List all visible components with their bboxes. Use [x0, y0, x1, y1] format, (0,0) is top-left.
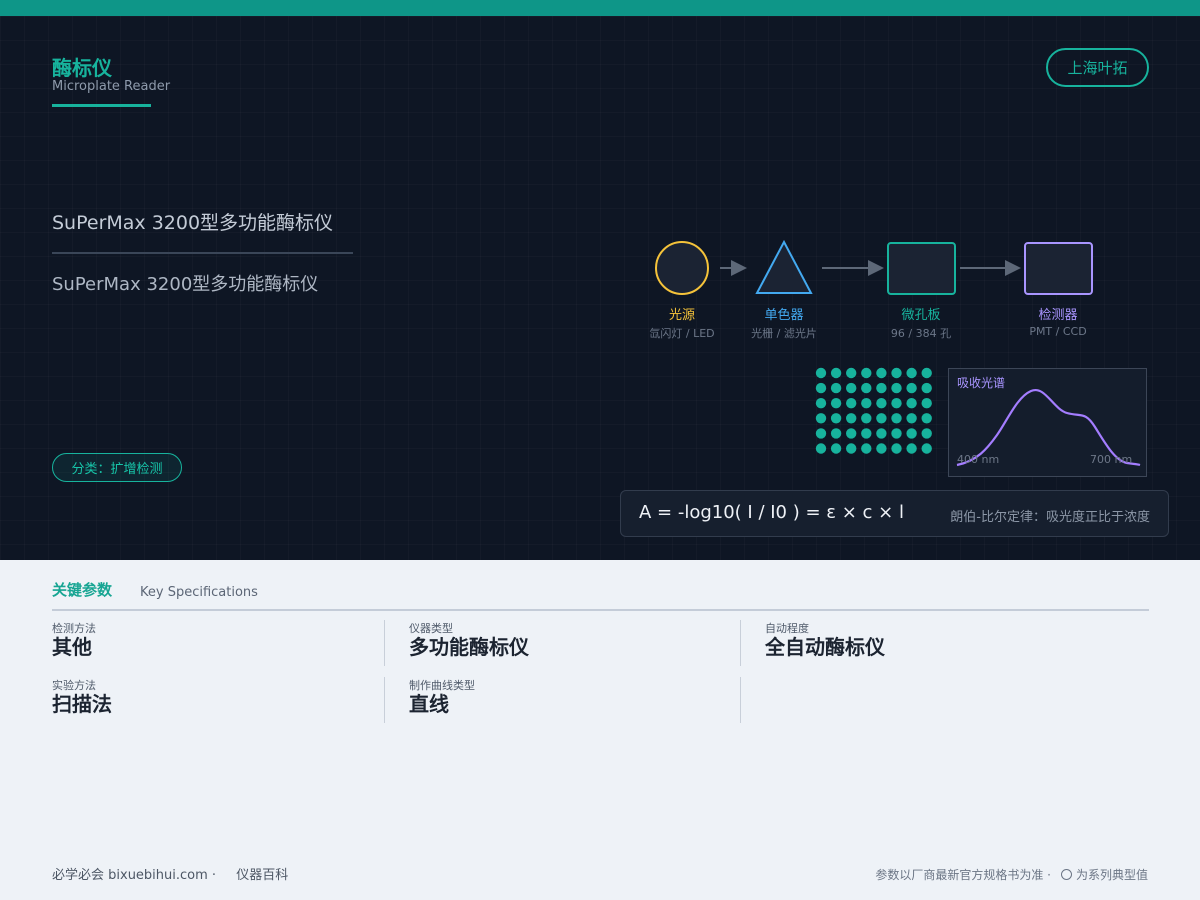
spec-value: 全自动酶标仪 [765, 635, 885, 659]
plate-well [861, 443, 872, 454]
plate-well [876, 382, 887, 394]
detector-icon [1024, 242, 1093, 295]
plate-well [815, 398, 827, 409]
stage-sub-microplate: 96 / 384 孔 [890, 327, 952, 340]
spectrum-x-start: 400 nm [957, 453, 1000, 466]
plate-well [830, 443, 842, 454]
plate-well [891, 443, 902, 454]
footer-disclaimer: 参数以厂商最新官方规格书为准 · [875, 868, 1051, 882]
plate-well [846, 398, 857, 409]
stage-sub-monochromator: 光栅 / 滤光片 [751, 327, 817, 340]
spectrum-title: 吸收光谱 [957, 376, 1006, 390]
plate-well [906, 428, 917, 439]
plate-well [921, 367, 932, 379]
spec-value: 直线 [409, 692, 449, 716]
plate-well [815, 428, 827, 439]
well-plate-grid [815, 367, 932, 454]
plate-well [876, 443, 887, 454]
plate-well [876, 428, 887, 439]
plate-well [906, 443, 917, 454]
plate-well [921, 382, 932, 394]
beer-lambert-formula: A = -log10( I / I0 ) = ε × c × l 朗伯-比尔定律… [620, 490, 1169, 537]
plate-well [815, 413, 827, 424]
optical-path-svg [655, 239, 1093, 454]
specs-divider [52, 609, 1149, 611]
footer-note: 为系列典型值 [1075, 868, 1148, 882]
top-accent-bar [0, 0, 1200, 16]
plate-well [830, 382, 842, 394]
plate-well [846, 413, 857, 424]
spec-detection-method: 检测方法 其他 [52, 620, 392, 666]
plate-well [861, 382, 872, 394]
spec-curve-type: 制作曲线类型 直线 [384, 677, 724, 723]
monochromator-icon [755, 239, 813, 294]
plate-well [921, 398, 932, 409]
plate-well [861, 428, 872, 439]
footer-site-link[interactable]: 必学必会 bixuebihui.com · [52, 868, 216, 883]
formula-note: 朗伯-比尔定律：吸光度正比于浓度 [950, 510, 1150, 525]
plate-well [891, 367, 902, 379]
plate-well [861, 367, 872, 379]
circle-icon [1060, 869, 1072, 880]
plate-well [921, 413, 932, 424]
plate-well [876, 398, 887, 409]
plate-well [846, 367, 857, 379]
spec-empty-cell [740, 677, 1080, 723]
plate-well [846, 382, 857, 394]
plate-well [891, 398, 902, 409]
plate-well [876, 367, 887, 379]
stage-label-monochromator: 单色器 [764, 308, 804, 323]
spec-experiment-method: 实验方法 扫描法 [52, 677, 392, 723]
plate-well [830, 367, 842, 379]
footer-left: 必学必会 bixuebihui.com · 仪器百科 [52, 864, 288, 883]
stage-label-microplate: 微孔板 [901, 308, 941, 323]
plate-well [891, 413, 902, 424]
spectrum-x-end: 700 nm [1090, 453, 1133, 466]
optical-path-diagram: 光源 氙闪灯 / LED 单色器 光栅 / 滤光片 微孔板 96 / 384 孔… [0, 16, 1200, 560]
microplate-icon [887, 242, 956, 295]
footer-section-link[interactable]: 仪器百科 [236, 868, 288, 883]
plate-well [815, 382, 827, 394]
plate-well [830, 398, 842, 409]
formula-expression: A = -log10( I / I0 ) = ε × c × l [639, 502, 904, 523]
plate-well [921, 443, 932, 454]
plate-well [846, 443, 857, 454]
plate-well [891, 382, 902, 394]
plate-well [891, 428, 902, 439]
plate-well [830, 428, 842, 439]
plate-well [830, 413, 842, 424]
plate-well [876, 413, 887, 424]
specs-title: 关键参数 [52, 581, 113, 599]
plate-well [861, 413, 872, 424]
plate-well [846, 428, 857, 439]
spec-value: 扫描法 [52, 692, 112, 716]
spec-automation-level: 自动程度 全自动酶标仪 [740, 620, 1080, 666]
plate-well [815, 443, 827, 454]
plate-well [921, 428, 932, 439]
plate-well [906, 367, 917, 379]
plate-well [906, 413, 917, 424]
specs-subtitle: Key Specifications [140, 585, 258, 600]
stage-label-detector: 检测器 [1038, 308, 1078, 323]
hero-panel: 酶标仪 Microplate Reader 上海叶拓 SuPerMax 3200… [0, 16, 1200, 560]
plate-well [906, 382, 917, 394]
spec-instrument-type: 仪器类型 多功能酶标仪 [384, 620, 724, 666]
plate-well [906, 398, 917, 409]
absorption-spectrum-panel: 吸收光谱 400 nm 700 nm [948, 368, 1147, 477]
spec-value: 其他 [52, 635, 92, 659]
footer-right: 参数以厂商最新官方规格书为准 · 为系列典型值 [875, 866, 1148, 883]
plate-well [815, 367, 827, 379]
light-source-icon [655, 241, 709, 295]
spec-value: 多功能酶标仪 [409, 635, 529, 659]
plate-well [861, 398, 872, 409]
stage-sub-detector: PMT / CCD [1029, 325, 1087, 338]
